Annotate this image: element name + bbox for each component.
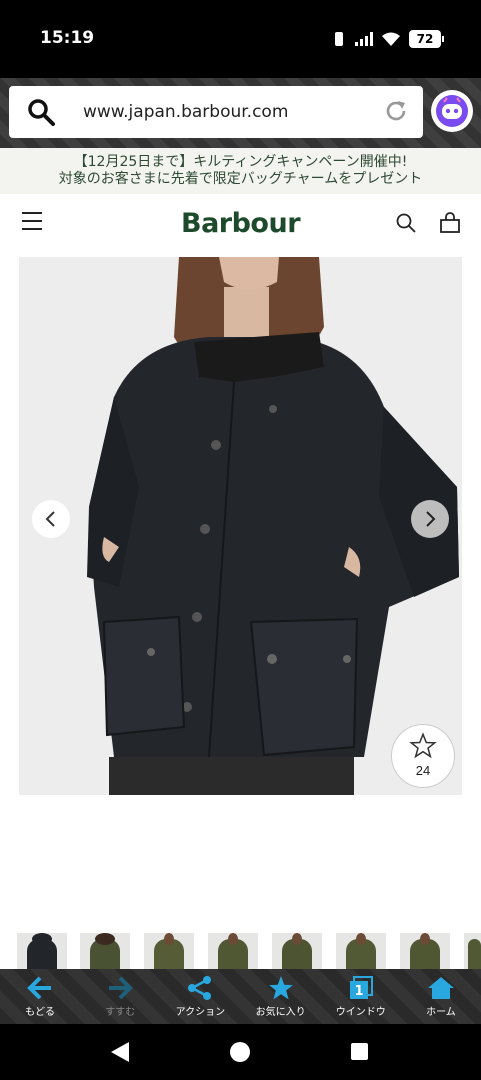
window-button[interactable]: 1 ウインドウ <box>321 969 401 1024</box>
home-button[interactable]: ホーム <box>401 969 481 1024</box>
vibrate-icon <box>331 31 347 47</box>
thumbnail[interactable] <box>208 933 258 969</box>
status-bar: 15:19 72 <box>0 0 481 78</box>
promo-line-1: 【12月25日まで】キルティングキャンペーン開催中! <box>73 154 408 170</box>
favorites-label: お気に入り <box>255 1007 306 1018</box>
battery-indicator: 72 <box>409 30 444 48</box>
chevron-left-icon <box>45 511 55 527</box>
star-icon <box>409 732 437 759</box>
browser-bar: www.japan.barbour.com <box>0 78 481 148</box>
favorite-button[interactable]: 24 <box>391 724 455 788</box>
search-icon <box>28 99 55 126</box>
arrow-left-icon <box>27 976 52 1000</box>
assistant-face-icon <box>436 95 468 127</box>
signal-icon <box>355 32 373 46</box>
assistant-icon[interactable] <box>431 90 473 132</box>
thumbnail[interactable] <box>17 933 67 969</box>
site-header: Barbour <box>0 194 481 252</box>
thumbnail-strip <box>0 933 481 969</box>
back-label: もどる <box>25 1007 55 1018</box>
product-image[interactable]: 24 <box>19 257 462 795</box>
favorites-star-icon <box>268 976 293 1000</box>
next-image-button[interactable] <box>411 500 449 538</box>
promo-banner[interactable]: 【12月25日まで】キルティングキャンペーン開催中! 対象のお客さまに先着で限定… <box>0 148 481 194</box>
forward-button[interactable]: すすむ <box>80 969 160 1024</box>
window-icon: 1 <box>349 976 373 999</box>
chevron-right-icon <box>426 511 436 527</box>
promo-line-2: 対象のお客さまに先着で限定バッグチャームをプレゼント <box>58 171 423 187</box>
thumbnail[interactable] <box>400 933 450 969</box>
thumbnail[interactable] <box>144 933 194 969</box>
thumbnail[interactable] <box>80 933 130 969</box>
status-icons: 72 <box>331 30 444 48</box>
thumbnail[interactable] <box>336 933 386 969</box>
favorites-button[interactable]: お気に入り <box>241 969 321 1024</box>
forward-label: すすむ <box>105 1007 136 1018</box>
window-count: 1 <box>354 984 363 999</box>
url-text[interactable]: www.japan.barbour.com <box>83 102 288 122</box>
system-nav-bar <box>0 1024 481 1080</box>
share-icon <box>188 976 212 1000</box>
previous-image-button[interactable] <box>32 500 70 538</box>
window-label: ウインドウ <box>335 1007 386 1018</box>
thumbnail[interactable] <box>464 933 481 969</box>
home-icon <box>427 977 454 999</box>
shopping-bag-icon[interactable] <box>439 212 461 234</box>
system-recents-icon[interactable] <box>351 1043 368 1060</box>
home-label: ホーム <box>426 1007 456 1018</box>
wifi-icon <box>382 32 400 46</box>
action-button[interactable]: アクション <box>160 969 240 1024</box>
arrow-right-icon <box>109 976 134 1000</box>
browser-toolbar: もどる すすむ アクション お気に入り 1 ウインドウ ホーム <box>0 969 481 1024</box>
back-button[interactable]: もどる <box>0 969 80 1024</box>
product-photo <box>19 257 462 795</box>
site-search-icon[interactable] <box>395 212 417 234</box>
status-time: 15:19 <box>40 28 95 48</box>
favorite-count: 24 <box>415 763 431 778</box>
reload-icon[interactable] <box>383 98 409 124</box>
action-label: アクション <box>175 1007 226 1018</box>
address-bar[interactable]: www.japan.barbour.com <box>9 86 423 138</box>
system-home-icon[interactable] <box>230 1042 250 1062</box>
thumbnail[interactable] <box>272 933 322 969</box>
system-back-icon[interactable] <box>111 1042 129 1062</box>
